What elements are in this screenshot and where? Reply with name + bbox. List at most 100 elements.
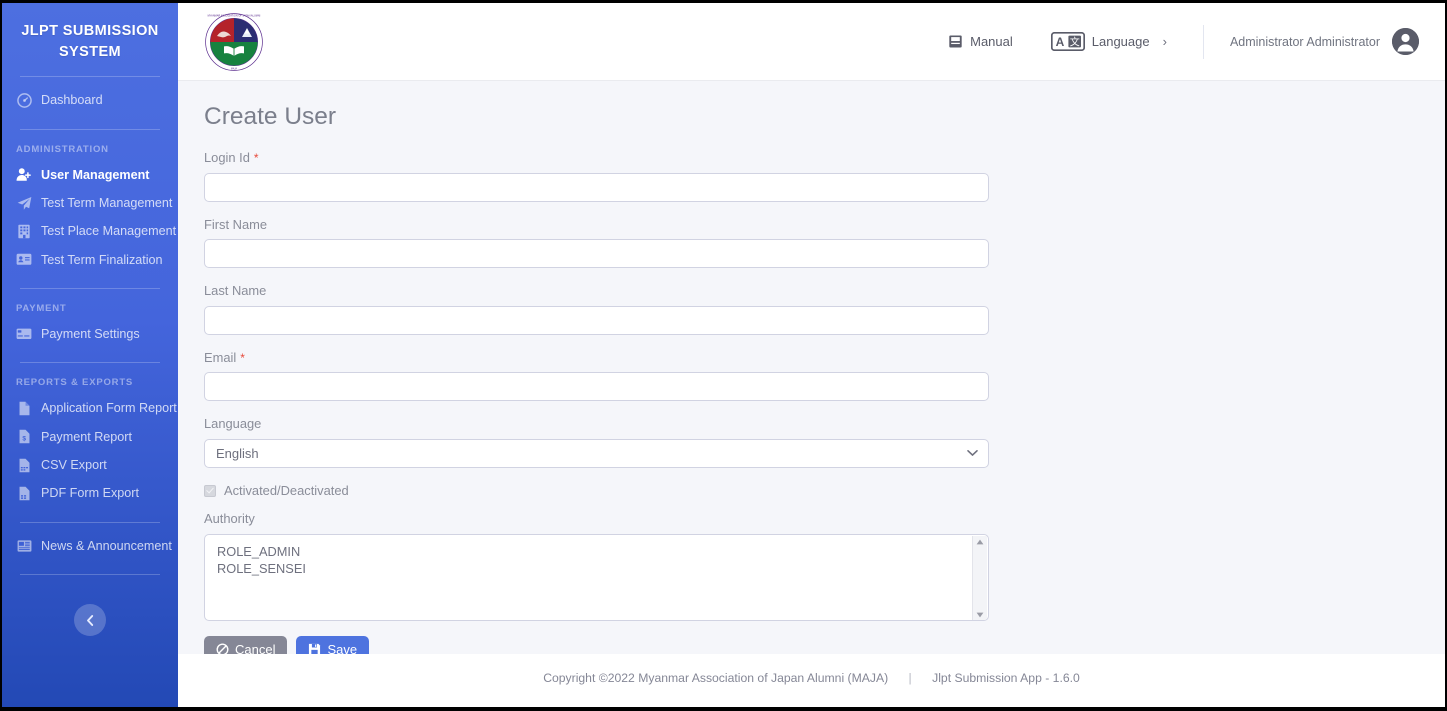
footer-copyright: Copyright ©2022 Myanmar Association of J… bbox=[543, 671, 889, 685]
first-name-label: First Name bbox=[204, 216, 268, 232]
manual-link[interactable]: Manual bbox=[942, 30, 1019, 53]
language-label: Language bbox=[1091, 34, 1150, 49]
authority-label: Authority bbox=[204, 511, 255, 527]
login-id-label-text: Login Id bbox=[204, 150, 250, 166]
first-name-input[interactable] bbox=[204, 239, 989, 269]
last-name-label: Last Name bbox=[204, 283, 267, 299]
sidebar-heading-administration: ADMINISTRATION bbox=[16, 143, 109, 155]
chevron-right-icon: › bbox=[1162, 34, 1167, 49]
app-window: JLPT SUBMISSION SYSTEM Dashboard ADMINIS… bbox=[0, 0, 1447, 711]
language-select-label: Language bbox=[204, 416, 262, 432]
svg-text:A: A bbox=[1055, 35, 1064, 49]
sidebar-item-label: CSV Export bbox=[41, 458, 107, 473]
cancel-button[interactable]: Cancel bbox=[204, 635, 288, 654]
sidebar-item-label: Payment Report bbox=[41, 429, 132, 444]
sidebar-collapse-button[interactable] bbox=[74, 604, 106, 637]
maja-logo: MYANMAR ASSOCIATION OF JAPAN ALUMNI MAJA bbox=[204, 12, 264, 72]
sidebar-item-test-term-finalization[interactable]: Test Term Finalization bbox=[2, 246, 178, 274]
user-menu[interactable]: Administrator Administrator bbox=[1230, 28, 1423, 55]
authority-listbox[interactable]: ROLE_ADMIN ROLE_SENSEI bbox=[204, 533, 989, 621]
required-marker: * bbox=[240, 350, 245, 365]
sidebar-item-label: Payment Settings bbox=[41, 326, 140, 341]
file-pdf-icon bbox=[16, 486, 32, 502]
svg-text:文: 文 bbox=[1069, 35, 1079, 48]
sidebar-item-label: Test Place Management bbox=[41, 224, 177, 239]
sidebar-item-csv-export[interactable]: CSV Export bbox=[2, 451, 178, 479]
sidebar-item-label: News & Announcement bbox=[41, 538, 172, 553]
create-user-form: Login Id* First Name Last Name Email* bbox=[204, 150, 989, 654]
manual-label: Manual bbox=[970, 34, 1013, 49]
login-id-input[interactable] bbox=[204, 172, 989, 202]
activated-checkbox[interactable] bbox=[204, 484, 216, 497]
save-button[interactable]: Save bbox=[296, 635, 370, 654]
sidebar-item-label: Test Term Finalization bbox=[41, 252, 163, 267]
sidebar-item-application-form-report[interactable]: Application Form Report bbox=[2, 394, 178, 422]
authority-scrollbar[interactable] bbox=[972, 535, 987, 620]
file-icon bbox=[16, 400, 32, 416]
field-activated[interactable]: Activated/Deactivated bbox=[204, 483, 989, 498]
authority-option-role-sensei[interactable]: ROLE_SENSEI bbox=[217, 560, 988, 578]
login-id-label: Login Id * bbox=[204, 150, 989, 165]
tachometer-icon bbox=[16, 92, 32, 108]
paper-plane-icon bbox=[16, 195, 32, 211]
svg-text:$: $ bbox=[22, 436, 26, 443]
file-csv-icon bbox=[16, 457, 32, 473]
sidebar-collapse-wrap bbox=[2, 604, 178, 637]
email-input[interactable] bbox=[204, 372, 989, 402]
newspaper-icon bbox=[16, 538, 32, 554]
user-circle-icon bbox=[1392, 28, 1419, 55]
file-invoice-dollar-icon: $ bbox=[16, 429, 32, 445]
sidebar-item-user-management[interactable]: User Management bbox=[2, 161, 178, 189]
email-label: Email * bbox=[204, 350, 989, 365]
ban-icon bbox=[216, 643, 229, 654]
sidebar-divider bbox=[20, 362, 160, 364]
credit-card-icon bbox=[16, 326, 32, 342]
sidebar-item-payment-settings[interactable]: Payment Settings bbox=[2, 320, 178, 348]
sidebar: JLPT SUBMISSION SYSTEM Dashboard ADMINIS… bbox=[2, 3, 178, 707]
sidebar-heading-payment: PAYMENT bbox=[16, 302, 67, 314]
sidebar-item-payment-report[interactable]: $ Payment Report bbox=[2, 423, 178, 451]
chevron-left-icon bbox=[85, 614, 96, 627]
scroll-up-arrow-icon[interactable] bbox=[976, 539, 984, 545]
book-icon bbox=[948, 34, 963, 49]
field-last-name: Last Name bbox=[204, 283, 989, 335]
brand-title: JLPT SUBMISSION SYSTEM bbox=[21, 23, 159, 60]
language-select-wrap: English bbox=[204, 438, 989, 468]
scroll-down-arrow-icon[interactable] bbox=[976, 612, 984, 618]
field-language: Language English bbox=[204, 416, 989, 468]
authority-listbox-inner: ROLE_ADMIN ROLE_SENSEI bbox=[205, 535, 988, 578]
authority-option-role-admin[interactable]: ROLE_ADMIN bbox=[217, 543, 988, 561]
sidebar-divider bbox=[20, 287, 160, 289]
footer-separator: | bbox=[908, 671, 912, 685]
footer-app-version: Jlpt Submission App - 1.6.0 bbox=[932, 671, 1080, 685]
translate-icon: A 文 bbox=[1050, 31, 1085, 52]
form-actions: Cancel Save bbox=[204, 635, 989, 654]
topbar: MYANMAR ASSOCIATION OF JAPAN ALUMNI MAJA… bbox=[178, 3, 1445, 80]
sidebar-item-test-place-management[interactable]: Test Place Management bbox=[2, 217, 178, 245]
sidebar-item-pdf-form-export[interactable]: PDF Form Export bbox=[2, 479, 178, 507]
content-area: Create User Login Id * First Name Last Na… bbox=[178, 80, 1445, 654]
language-switcher[interactable]: A 文 Language › bbox=[1045, 28, 1173, 55]
sidebar-item-news-announcement[interactable]: News & Announcement bbox=[2, 532, 178, 560]
user-plus-icon bbox=[16, 167, 32, 183]
save-button-label: Save bbox=[327, 642, 358, 654]
id-card-icon bbox=[16, 252, 32, 268]
last-name-input[interactable] bbox=[204, 305, 989, 335]
user-name-label: Administrator Administrator bbox=[1229, 34, 1380, 49]
main-area: MYANMAR ASSOCIATION OF JAPAN ALUMNI MAJA… bbox=[178, 3, 1445, 707]
sidebar-divider bbox=[20, 128, 160, 130]
cancel-button-label: Cancel bbox=[235, 642, 276, 654]
sidebar-item-label: Test Term Management bbox=[41, 195, 173, 210]
language-select[interactable]: English bbox=[204, 438, 989, 468]
field-email: Email * bbox=[204, 350, 989, 402]
svg-text:MAJA: MAJA bbox=[231, 67, 238, 70]
activated-label: Activated/Deactivated bbox=[224, 482, 349, 498]
sidebar-item-label: Application Form Report bbox=[41, 401, 177, 416]
required-marker: * bbox=[253, 151, 259, 166]
sidebar-item-test-term-management[interactable]: Test Term Management bbox=[2, 189, 178, 217]
field-first-name: First Name bbox=[204, 216, 989, 269]
footer: Copyright ©2022 Myanmar Association of J… bbox=[178, 654, 1445, 707]
sidebar-divider bbox=[20, 574, 160, 576]
sidebar-item-dashboard[interactable]: Dashboard bbox=[2, 86, 178, 114]
save-icon bbox=[308, 643, 321, 654]
